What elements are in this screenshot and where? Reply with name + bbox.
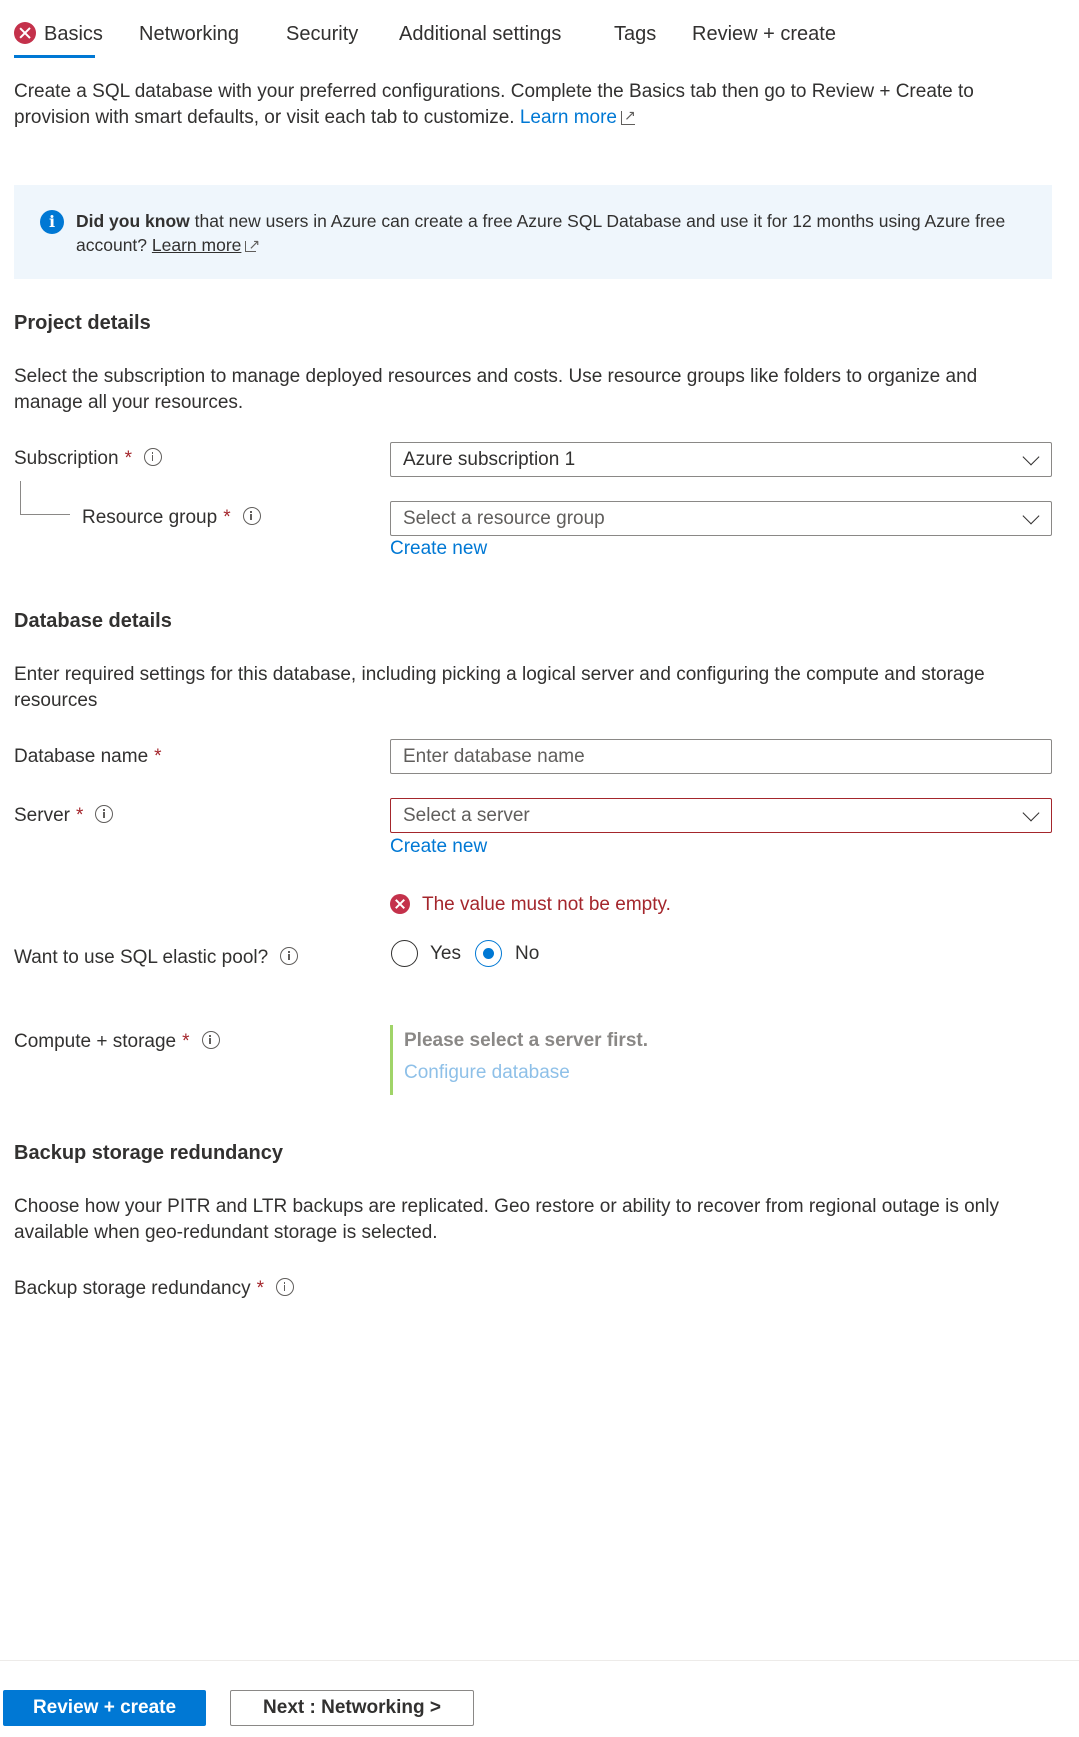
input-placeholder: Enter database name xyxy=(403,746,585,767)
next-networking-button[interactable]: Next : Networking > xyxy=(230,1690,474,1726)
resource-group-label: Resource group * xyxy=(82,506,261,529)
intro-line: Create a SQL database with your preferre… xyxy=(14,81,974,102)
label-text: Server xyxy=(14,805,70,826)
backup-redundancy-label: Backup storage redundancy * xyxy=(14,1277,295,1300)
error-text: The value must not be empty. xyxy=(422,894,671,915)
resource-group-dropdown[interactable]: Select a resource group xyxy=(390,501,1052,536)
tab-label: Security xyxy=(286,23,359,45)
tab-additional-settings[interactable]: Additional settings xyxy=(399,16,561,56)
info-icon: i xyxy=(40,210,64,234)
dropdown-placeholder: Select a server xyxy=(403,805,530,826)
banner-body: that new users in Azure can create a fre… xyxy=(189,211,1006,231)
subscription-dropdown[interactable]: Azure subscription 1 xyxy=(390,442,1052,477)
required-mark: * xyxy=(223,507,231,528)
desc-line: available when geo-redundant storage is … xyxy=(14,1222,438,1243)
compute-note: Please select a server first. xyxy=(404,1030,649,1051)
banner-text: Did you know that new users in Azure can… xyxy=(76,209,1036,257)
section-title-database: Database details xyxy=(14,610,172,632)
info-icon[interactable] xyxy=(201,1030,220,1049)
database-name-label: Database name * xyxy=(14,746,162,768)
info-icon[interactable] xyxy=(280,946,299,965)
tab-label: Additional settings xyxy=(399,23,562,45)
banner-learn-more-link[interactable]: Learn more xyxy=(152,235,242,255)
radio-label-yes: Yes xyxy=(430,943,461,964)
elastic-pool-label: Want to use SQL elastic pool? xyxy=(14,946,299,969)
compute-storage-label: Compute + storage * xyxy=(14,1030,220,1053)
required-mark: * xyxy=(182,1031,190,1052)
tree-connector xyxy=(20,481,21,515)
dropdown-value: Azure subscription 1 xyxy=(403,449,576,470)
tab-label: Review + create xyxy=(692,23,836,45)
create-new-resource-group-link[interactable]: Create new xyxy=(390,538,487,560)
error-icon xyxy=(14,21,36,44)
required-mark: * xyxy=(75,805,84,826)
chevron-down-icon xyxy=(1022,804,1040,822)
desc-line: resources xyxy=(14,690,98,711)
tree-connector xyxy=(20,514,70,515)
server-dropdown[interactable]: Select a server xyxy=(390,798,1052,833)
compute-indicator-bar xyxy=(390,1025,393,1095)
server-label: Server * xyxy=(14,804,114,827)
intro-line: provision with smart defaults, or visit … xyxy=(14,107,515,128)
desc-line: Select the subscription to manage deploy… xyxy=(14,366,978,387)
label-text: Backup storage redundancy xyxy=(14,1278,251,1299)
external-link-icon xyxy=(245,232,260,256)
project-description: Select the subscription to manage deploy… xyxy=(14,364,1014,416)
footer-divider xyxy=(0,1660,1079,1661)
external-link-icon xyxy=(621,102,636,128)
learn-more-link[interactable]: Learn more xyxy=(520,107,617,128)
elastic-pool-yes-radio[interactable] xyxy=(391,940,418,967)
tab-label: Basics xyxy=(44,23,103,45)
tab-tags[interactable]: Tags xyxy=(614,16,656,56)
banner-bold: Did you know xyxy=(76,211,190,231)
tab-security[interactable]: Security xyxy=(286,16,358,56)
subscription-label: Subscription * xyxy=(14,447,162,470)
section-title-project: Project details xyxy=(14,312,151,334)
label-text: Want to use SQL elastic pool? xyxy=(14,947,269,968)
banner-body: account? xyxy=(76,235,148,255)
configure-database-link[interactable]: Configure database xyxy=(404,1062,570,1084)
info-icon[interactable] xyxy=(276,1277,295,1296)
info-icon[interactable] xyxy=(242,506,261,525)
elastic-pool-no-radio[interactable] xyxy=(475,940,502,967)
intro-text: Create a SQL database with your preferre… xyxy=(14,79,1014,131)
backup-description: Choose how your PITR and LTR backups are… xyxy=(14,1194,1014,1246)
tab-basics[interactable]: Basics xyxy=(14,16,103,58)
required-mark: * xyxy=(124,448,132,469)
info-icon[interactable] xyxy=(143,447,162,466)
desc-line: manage all your resources. xyxy=(14,392,244,413)
radio-label-no: No xyxy=(515,943,540,964)
create-new-server-link[interactable]: Create new xyxy=(390,836,487,858)
required-mark: * xyxy=(256,1278,265,1299)
active-tab-indicator xyxy=(14,55,95,58)
desc-line: Enter required settings for this databas… xyxy=(14,664,985,685)
label-text: Resource group xyxy=(82,507,218,528)
required-mark: * xyxy=(154,746,162,767)
tab-networking[interactable]: Networking xyxy=(139,16,239,56)
info-banner: i Did you know that new users in Azure c… xyxy=(14,185,1052,279)
dropdown-placeholder: Select a resource group xyxy=(403,508,605,529)
tab-label: Networking xyxy=(139,23,240,45)
database-name-input[interactable]: Enter database name xyxy=(390,739,1052,774)
tab-review-create[interactable]: Review + create xyxy=(692,16,836,56)
info-icon[interactable] xyxy=(95,804,114,823)
chevron-down-icon xyxy=(1022,507,1040,525)
section-title-backup: Backup storage redundancy xyxy=(14,1142,283,1164)
label-text: Compute + storage xyxy=(14,1031,177,1052)
desc-line: Choose how your PITR and LTR backups are… xyxy=(14,1196,999,1217)
chevron-down-icon xyxy=(1022,448,1040,466)
review-create-button[interactable]: Review + create xyxy=(3,1690,206,1726)
label-text: Database name xyxy=(14,746,149,767)
tab-label: Tags xyxy=(614,23,657,45)
database-description: Enter required settings for this databas… xyxy=(14,662,1014,714)
server-error-message: The value must not be empty. xyxy=(390,893,671,916)
label-text: Subscription xyxy=(14,448,119,469)
error-icon xyxy=(390,893,410,914)
